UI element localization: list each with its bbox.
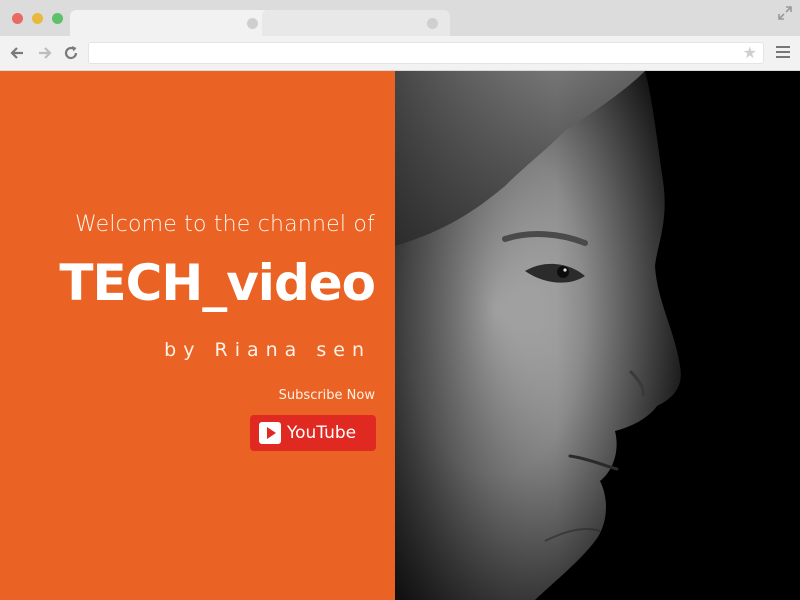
page-content: Welcome to the channel of TECH_video by … xyxy=(0,71,800,600)
welcome-text: Welcome to the channel of xyxy=(74,212,375,237)
subscribe-prompt: Subscribe Now xyxy=(278,388,375,403)
star-icon[interactable]: ★ xyxy=(743,44,757,64)
browser-tab-active[interactable] xyxy=(70,10,270,36)
hamburger-menu-icon[interactable] xyxy=(776,46,790,60)
reload-icon[interactable] xyxy=(62,44,80,62)
channel-title: TECH_video xyxy=(59,254,376,312)
hero-portrait-image xyxy=(395,71,800,600)
url-input[interactable] xyxy=(95,45,739,63)
minimize-window-button[interactable] xyxy=(32,13,43,24)
browser-titlebar xyxy=(0,0,800,36)
youtube-button-label: YouTube xyxy=(287,423,357,443)
address-bar[interactable]: ★ xyxy=(88,42,764,64)
arrow-right-icon[interactable] xyxy=(36,44,54,62)
tab-close-icon[interactable] xyxy=(247,18,258,29)
author-byline: by Riana sen xyxy=(164,339,371,361)
tab-close-icon[interactable] xyxy=(427,18,438,29)
youtube-subscribe-button[interactable]: YouTube xyxy=(250,415,376,451)
browser-tab-inactive[interactable] xyxy=(262,10,450,36)
browser-window: ★ Welcome to the channel of TECH_video b… xyxy=(0,0,800,600)
maximize-window-button[interactable] xyxy=(52,13,63,24)
close-window-button[interactable] xyxy=(12,13,23,24)
expand-icon[interactable] xyxy=(778,6,792,20)
browser-toolbar: ★ xyxy=(0,36,800,71)
hero-left-panel: Welcome to the channel of TECH_video by … xyxy=(0,71,395,600)
youtube-play-icon xyxy=(259,422,281,444)
portrait-image xyxy=(395,71,800,600)
arrow-left-icon[interactable] xyxy=(8,44,26,62)
